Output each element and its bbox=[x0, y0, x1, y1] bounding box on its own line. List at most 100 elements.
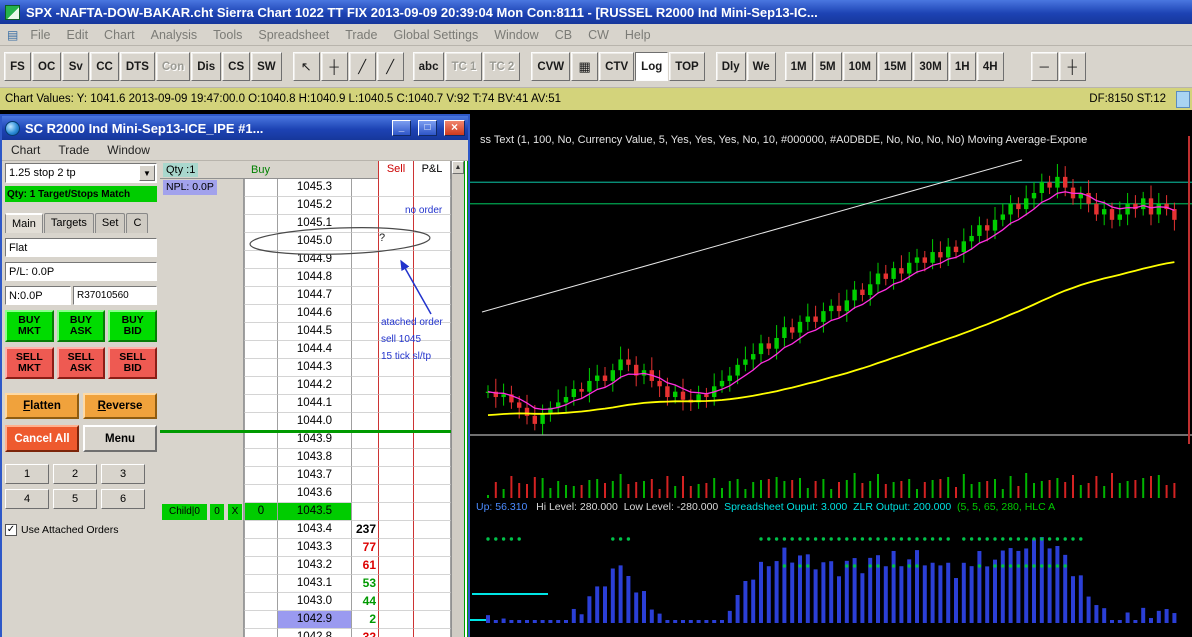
menu-help[interactable]: Help bbox=[617, 28, 659, 42]
pl-cell[interactable] bbox=[414, 377, 451, 395]
sell-cell[interactable] bbox=[378, 539, 414, 557]
buy-cell[interactable] bbox=[244, 251, 277, 269]
menu-cb[interactable]: CB bbox=[547, 28, 580, 42]
pl-cell[interactable] bbox=[414, 521, 451, 539]
menu-global-settings[interactable]: Global Settings bbox=[385, 28, 486, 42]
chevron-down-icon[interactable]: ▼ bbox=[139, 165, 155, 181]
buy-cell[interactable] bbox=[244, 233, 277, 251]
sell-ask-button[interactable]: SELL ASK bbox=[56, 347, 106, 379]
toolbar-button-tc-1[interactable]: TC 1 bbox=[445, 52, 483, 81]
buy-cell[interactable] bbox=[244, 215, 277, 233]
buy-cell[interactable] bbox=[244, 593, 277, 611]
price-cell[interactable]: 1044.7 bbox=[277, 287, 351, 305]
buy-cell[interactable] bbox=[244, 467, 277, 485]
sell-cell[interactable] bbox=[378, 215, 414, 233]
menu-spreadsheet[interactable]: Spreadsheet bbox=[250, 28, 337, 42]
strategy-dropdown[interactable]: 1.25 stop 2 tp ▼ bbox=[5, 163, 157, 183]
sell-mkt-button[interactable]: SELL MKT bbox=[5, 347, 54, 379]
toolbar-button-1h[interactable]: 1H bbox=[948, 52, 976, 81]
crosshair-tool-icon[interactable]: ┼ bbox=[320, 52, 348, 81]
ladder-scrollbar[interactable]: ▲ ▼ bbox=[451, 161, 464, 637]
pointer-tool-icon[interactable]: ↖ bbox=[292, 52, 320, 81]
buy-ask-button[interactable]: BUY ASK bbox=[56, 310, 106, 342]
buy-cell[interactable] bbox=[244, 557, 277, 575]
tab-targets[interactable]: Targets bbox=[43, 213, 94, 233]
toolbar-button-con[interactable]: Con bbox=[155, 52, 191, 81]
price-cell[interactable]: 1043.5 bbox=[277, 503, 351, 521]
net-pl-field[interactable]: N:0.0P bbox=[5, 286, 71, 305]
menu-file[interactable]: File bbox=[22, 28, 58, 42]
buy-cell[interactable] bbox=[244, 287, 277, 305]
flatten-button[interactable]: Flatten bbox=[5, 393, 79, 419]
price-cell[interactable]: 1044.8 bbox=[277, 269, 351, 287]
pl-cell[interactable] bbox=[414, 431, 451, 449]
buy-cell[interactable] bbox=[244, 197, 277, 215]
pl-field[interactable]: P/L: 0.0P bbox=[5, 262, 157, 281]
pl-cell[interactable] bbox=[414, 557, 451, 575]
buy-column-header[interactable]: Buy bbox=[244, 161, 277, 179]
sell-cell[interactable] bbox=[378, 179, 414, 197]
price-cell[interactable]: 1043.9 bbox=[277, 431, 351, 449]
minimize-button[interactable]: _ bbox=[392, 120, 411, 136]
sell-cell[interactable] bbox=[378, 593, 414, 611]
menu-tools[interactable]: Tools bbox=[205, 28, 250, 42]
pl-cell[interactable] bbox=[414, 413, 451, 431]
price-cell[interactable]: 1043.1 bbox=[277, 575, 351, 593]
pl-cell[interactable] bbox=[414, 179, 451, 197]
price-cell[interactable]: 1042.8 bbox=[277, 629, 351, 637]
price-cell[interactable]: 1044.1 bbox=[277, 395, 351, 413]
price-cell[interactable]: 1044.0 bbox=[277, 413, 351, 431]
toolbar-button-cs[interactable]: CS bbox=[222, 52, 251, 81]
toolbar-button-dts[interactable]: DTS bbox=[119, 52, 155, 81]
toolbar-button-dly[interactable]: Dly bbox=[715, 52, 746, 81]
buy-cell[interactable] bbox=[244, 449, 277, 467]
quantity-button-1[interactable]: 1 bbox=[5, 464, 49, 484]
sell-cell[interactable] bbox=[378, 395, 414, 413]
price-cell[interactable]: 1045.2 bbox=[277, 197, 351, 215]
pl-cell[interactable] bbox=[414, 449, 451, 467]
price-cell[interactable]: 1043.3 bbox=[277, 539, 351, 557]
price-cell[interactable]: 1045.3 bbox=[277, 179, 351, 197]
buy-cell[interactable]: 0 bbox=[244, 503, 277, 521]
tab-set[interactable]: Set bbox=[94, 213, 126, 233]
pl-cell[interactable] bbox=[414, 251, 451, 269]
sell-cell[interactable] bbox=[378, 467, 414, 485]
pl-cell[interactable] bbox=[414, 287, 451, 305]
buy-bid-button[interactable]: BUY BID bbox=[108, 310, 157, 342]
sell-cell[interactable] bbox=[378, 611, 414, 629]
price-cell[interactable]: 1043.6 bbox=[277, 485, 351, 503]
price-cell[interactable]: 1044.3 bbox=[277, 359, 351, 377]
toolbar-button-abc[interactable]: abc bbox=[412, 52, 445, 81]
trendline-tool-icon[interactable]: ╱ bbox=[348, 52, 376, 81]
buy-cell[interactable] bbox=[244, 539, 277, 557]
sell-cell[interactable] bbox=[378, 629, 414, 637]
close-button[interactable]: × bbox=[444, 120, 465, 136]
price-cell[interactable]: 1043.2 bbox=[277, 557, 351, 575]
toolbar-button-oc[interactable]: OC bbox=[32, 52, 62, 81]
buy-cell[interactable] bbox=[244, 485, 277, 503]
quantity-button-6[interactable]: 6 bbox=[101, 489, 145, 509]
buy-cell[interactable] bbox=[244, 575, 277, 593]
quantity-button-5[interactable]: 5 bbox=[53, 489, 97, 509]
pl-cell[interactable] bbox=[414, 629, 451, 637]
sell-cell[interactable] bbox=[378, 269, 414, 287]
buy-cell[interactable] bbox=[244, 179, 277, 197]
tab-c[interactable]: C bbox=[126, 213, 149, 233]
buy-cell[interactable] bbox=[244, 323, 277, 341]
buy-cell[interactable] bbox=[244, 611, 277, 629]
toolbar-button-sv[interactable]: Sv bbox=[62, 52, 90, 81]
tab-main[interactable]: Main bbox=[5, 213, 43, 233]
crosshair-pointer-icon[interactable]: ┼ bbox=[1058, 52, 1086, 81]
pl-cell[interactable] bbox=[414, 395, 451, 413]
toolbar-button-4h[interactable]: 4H bbox=[976, 52, 1004, 81]
price-cell[interactable]: 1043.7 bbox=[277, 467, 351, 485]
sell-column-header[interactable]: Sell bbox=[378, 161, 414, 179]
pl-cell[interactable] bbox=[414, 485, 451, 503]
attached-orders-checkbox[interactable]: ✓ bbox=[5, 524, 17, 536]
buy-cell[interactable] bbox=[244, 521, 277, 539]
menu-trade[interactable]: Trade bbox=[337, 28, 385, 42]
sell-cell[interactable] bbox=[378, 575, 414, 593]
price-cell[interactable]: 1044.5 bbox=[277, 323, 351, 341]
sell-cell[interactable] bbox=[378, 251, 414, 269]
restore-button[interactable]: □ bbox=[418, 120, 437, 136]
